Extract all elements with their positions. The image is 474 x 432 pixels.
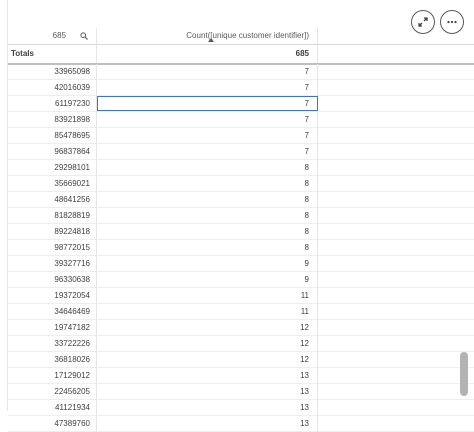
table-row[interactable]: 81828819 8 xyxy=(8,208,474,224)
column-header-count[interactable]: Count([unique customer identifier]) xyxy=(97,28,318,44)
table-row[interactable]: 85478695 7 xyxy=(8,128,474,144)
cell-count[interactable]: 8 xyxy=(97,163,309,172)
cell-count[interactable]: 9 xyxy=(97,259,309,268)
column-header-id[interactable]: 685 xyxy=(8,28,97,44)
cell-customer-id[interactable]: 89224818 xyxy=(8,227,90,236)
cell-count[interactable]: 12 xyxy=(97,339,309,348)
table-row[interactable]: 83921898 7 xyxy=(8,112,474,128)
selected-cell-outline xyxy=(97,96,318,111)
table-row[interactable]: 19372054 11 xyxy=(8,288,474,304)
cell-count[interactable]: 8 xyxy=(97,179,309,188)
cell-customer-id[interactable]: 35669021 xyxy=(8,179,90,188)
cell-count[interactable]: 11 xyxy=(97,291,309,300)
table-header: 685 Count([unique customer identifier]) xyxy=(8,28,474,44)
table-row[interactable]: 41121934 13 xyxy=(8,400,474,416)
table-row[interactable]: 47389760 13 xyxy=(8,416,474,432)
cell-customer-id[interactable]: 33722226 xyxy=(8,339,90,348)
cell-count[interactable]: 7 xyxy=(97,67,309,76)
cell-customer-id[interactable]: 48641256 xyxy=(8,195,90,204)
table-body: 33965098 7 42016039 7 61197230 7 83921898 7 8547… xyxy=(8,64,474,432)
cell-customer-id[interactable]: 83921898 xyxy=(8,115,90,124)
table-panel: 685 Count([unique customer identifier]) … xyxy=(7,0,474,432)
table-row[interactable]: 29298101 8 xyxy=(8,160,474,176)
cell-customer-id[interactable]: 96837864 xyxy=(8,147,90,156)
cell-customer-id[interactable]: 34646469 xyxy=(8,307,90,316)
table-row[interactable]: 98772015 8 xyxy=(8,240,474,256)
cell-customer-id[interactable]: 81828819 xyxy=(8,211,90,220)
vertical-scrollbar[interactable] xyxy=(460,352,468,396)
cell-customer-id[interactable]: 22456205 xyxy=(8,387,90,396)
cell-count[interactable]: 7 xyxy=(97,115,309,124)
table-row[interactable]: 42016039 7 xyxy=(8,80,474,96)
table-row[interactable]: 96330638 9 xyxy=(8,272,474,288)
cell-customer-id[interactable]: 96330638 xyxy=(8,275,90,284)
cell-count[interactable]: 12 xyxy=(97,323,309,332)
expand-icon xyxy=(418,17,428,27)
search-count: 685 xyxy=(52,31,66,40)
search-icon[interactable] xyxy=(80,32,88,40)
cell-count[interactable]: 9 xyxy=(97,275,309,284)
table-row[interactable]: 36818026 12 xyxy=(8,352,474,368)
column-header-count-label: Count([unique customer identifier]) xyxy=(186,31,309,40)
cell-customer-id[interactable]: 85478695 xyxy=(8,131,90,140)
cell-count[interactable]: 13 xyxy=(97,387,309,396)
cell-customer-id[interactable]: 98772015 xyxy=(8,243,90,252)
table-row[interactable]: 33722226 12 xyxy=(8,336,474,352)
table-row[interactable]: 89224818 8 xyxy=(8,224,474,240)
table-row[interactable]: 34646469 11 xyxy=(8,304,474,320)
table-row[interactable]: 96837864 7 xyxy=(8,144,474,160)
totals-label: Totals xyxy=(11,49,34,58)
panel-toolbar xyxy=(8,0,474,34)
table-row[interactable]: 22456205 13 xyxy=(8,384,474,400)
cell-customer-id[interactable]: 19747182 xyxy=(8,323,90,332)
table-row[interactable]: 61197230 7 xyxy=(8,96,474,112)
cell-count[interactable]: 8 xyxy=(97,211,309,220)
table-row[interactable]: 19747182 12 xyxy=(8,320,474,336)
cell-customer-id[interactable]: 36818026 xyxy=(8,355,90,364)
table-row[interactable]: 17129012 13 xyxy=(8,368,474,384)
cell-count[interactable]: 7 xyxy=(97,83,309,92)
cell-count[interactable]: 8 xyxy=(97,227,309,236)
cell-count[interactable]: 11 xyxy=(97,307,309,316)
cell-customer-id[interactable]: 47389760 xyxy=(8,419,90,428)
cell-customer-id[interactable]: 42016039 xyxy=(8,83,90,92)
cell-count[interactable]: 7 xyxy=(97,131,309,140)
cell-count[interactable]: 13 xyxy=(97,371,309,380)
cell-customer-id[interactable]: 29298101 xyxy=(8,163,90,172)
cell-customer-id[interactable]: 17129012 xyxy=(8,371,90,380)
totals-row: Totals 685 xyxy=(8,44,474,65)
cell-count[interactable]: 13 xyxy=(97,419,309,428)
cell-customer-id[interactable]: 33965098 xyxy=(8,67,90,76)
cell-count[interactable]: 8 xyxy=(97,195,309,204)
cell-count[interactable]: 12 xyxy=(97,355,309,364)
table-row[interactable]: 48641256 8 xyxy=(8,192,474,208)
totals-value: 685 xyxy=(295,49,309,58)
more-options-icon xyxy=(447,20,457,24)
cell-customer-id[interactable]: 19372054 xyxy=(8,291,90,300)
table-row[interactable]: 35669021 8 xyxy=(8,176,474,192)
sort-ascending-icon xyxy=(208,38,214,42)
cell-customer-id[interactable]: 39327716 xyxy=(8,259,90,268)
cell-count[interactable]: 7 xyxy=(97,147,309,156)
cell-count[interactable]: 8 xyxy=(97,243,309,252)
cell-customer-id[interactable]: 61197230 xyxy=(8,99,90,108)
table-row[interactable]: 33965098 7 xyxy=(8,64,474,80)
table-row[interactable]: 39327716 9 xyxy=(8,256,474,272)
